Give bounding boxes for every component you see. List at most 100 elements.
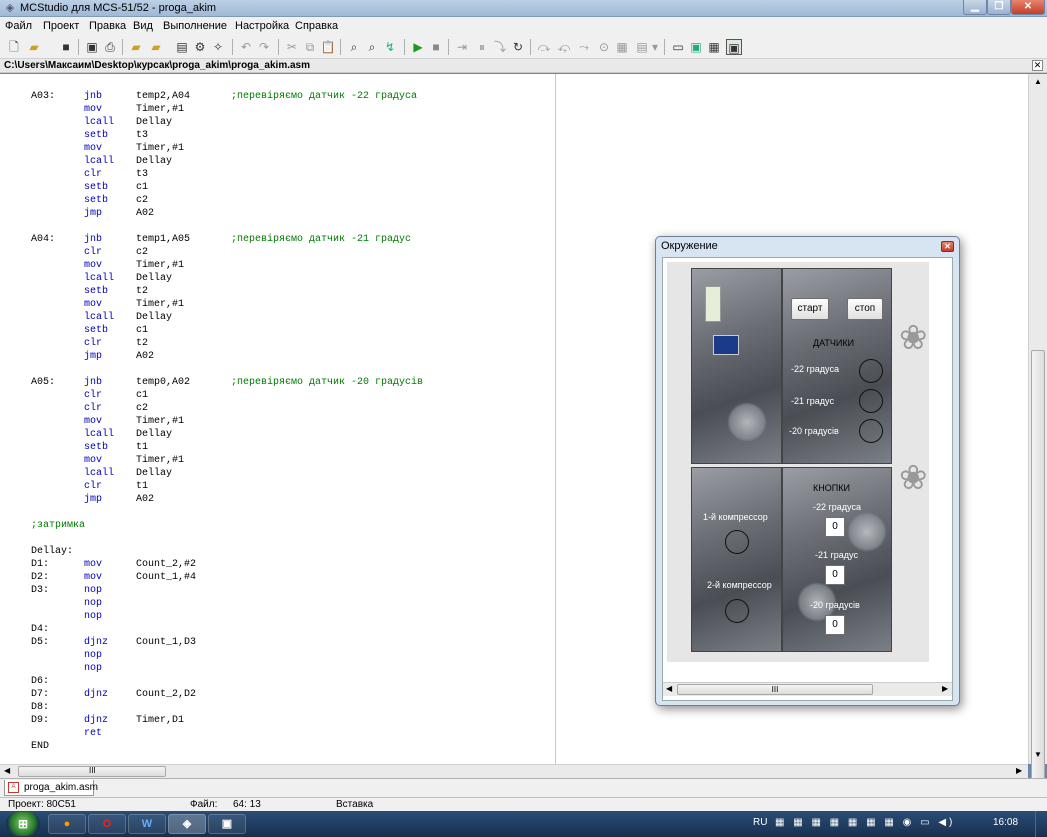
menu-file[interactable]: Файл bbox=[5, 20, 32, 32]
scroll-right-icon[interactable]: ▶ bbox=[942, 684, 948, 693]
menu-settings[interactable]: Настройка bbox=[235, 20, 289, 32]
vertical-scrollbar[interactable]: ▲ ▼ bbox=[1028, 74, 1047, 820]
stop-icon[interactable]: ■ bbox=[428, 39, 444, 55]
environment-icon[interactable]: ▣ bbox=[726, 39, 742, 55]
title-bar: ◈ MCStudio для MCS-51/52 - proga_akim ▁ … bbox=[0, 0, 1047, 17]
dialog-horizontal-scrollbar[interactable]: ◀ III ▶ bbox=[663, 682, 952, 696]
horizontal-scrollbar[interactable]: ◀ III ▶ bbox=[0, 764, 1028, 778]
copy-icon[interactable]: ⧉ bbox=[302, 39, 318, 55]
taskbar-opera-icon[interactable]: O bbox=[88, 814, 126, 834]
language-indicator[interactable]: RU bbox=[753, 817, 767, 828]
code-operand: Dellay bbox=[136, 117, 173, 128]
dialog-scroll-thumb[interactable]: III bbox=[677, 684, 873, 695]
code-operand: t1 bbox=[136, 481, 149, 492]
scroll-up-icon[interactable]: ▲ bbox=[1034, 77, 1042, 86]
taskbar-app-icon[interactable]: ▣ bbox=[208, 814, 246, 834]
menu-view[interactable]: Вид bbox=[133, 20, 153, 32]
code-label: A03: bbox=[31, 91, 56, 102]
code-label: D9: bbox=[31, 715, 50, 726]
horizontal-scroll-thumb[interactable]: III bbox=[18, 766, 166, 777]
scroll-down-icon[interactable]: ▼ bbox=[1034, 750, 1042, 759]
menu-edit[interactable]: Правка bbox=[89, 20, 126, 32]
sensor-indicator-21 bbox=[859, 389, 883, 413]
save-icon[interactable]: ■ bbox=[58, 39, 74, 55]
save-project-icon[interactable]: ▰ bbox=[148, 39, 164, 55]
step-into-icon[interactable]: ⤵ bbox=[492, 39, 508, 55]
cut-icon[interactable]: ✂ bbox=[284, 39, 300, 55]
menu-project[interactable]: Проект bbox=[43, 20, 79, 32]
redo-icon[interactable]: ↷ bbox=[256, 39, 272, 55]
code-mnemonic: setb bbox=[84, 286, 109, 297]
minimize-button[interactable]: ▁ bbox=[963, 0, 987, 15]
step-over-icon[interactable]: ⤼ bbox=[536, 39, 552, 55]
code-mnemonic: mov bbox=[84, 260, 103, 271]
save-all-icon[interactable]: ▣ bbox=[84, 39, 100, 55]
run-icon[interactable]: ▶ bbox=[410, 39, 426, 55]
breakpoint-icon[interactable]: ⊙ bbox=[596, 39, 612, 55]
stop-button[interactable]: стоп bbox=[847, 298, 883, 320]
rebuild-icon[interactable]: ✧ bbox=[210, 39, 226, 55]
goto-icon[interactable]: ↯ bbox=[382, 39, 398, 55]
code-comment: ;перевіряємо датчик -22 градуса bbox=[231, 91, 418, 102]
find-icon[interactable]: ⌕ bbox=[346, 39, 362, 55]
code-operand: temp0,A02 bbox=[136, 377, 191, 388]
button-value-20[interactable]: 0 bbox=[825, 615, 845, 635]
registers-icon[interactable]: ▭ bbox=[670, 39, 686, 55]
build-icon[interactable]: ⚙ bbox=[192, 39, 208, 55]
show-desktop-button[interactable] bbox=[1035, 811, 1047, 837]
code-operand: c2 bbox=[136, 247, 149, 258]
toolbar-separator bbox=[78, 39, 79, 55]
code-operand: Timer,#1 bbox=[136, 299, 185, 310]
close-editor-icon[interactable]: ✕ bbox=[1032, 60, 1043, 71]
tab-proga-akim[interactable]: A proga_akim.asm bbox=[4, 780, 98, 796]
run-to-cursor-icon[interactable]: ⤳ bbox=[576, 39, 592, 55]
step-out-icon[interactable]: ⤽ bbox=[556, 39, 572, 55]
replace-icon[interactable]: ⌕ bbox=[364, 39, 380, 55]
sensor-label-20: -20 градусів bbox=[789, 426, 839, 436]
taskbar-mcstudio-icon[interactable]: ◈ bbox=[168, 814, 206, 834]
paste-icon[interactable]: 📋 bbox=[320, 39, 336, 55]
maximize-button[interactable]: ❐ bbox=[987, 0, 1011, 15]
open-project-icon[interactable]: ▰ bbox=[128, 39, 144, 55]
sensor-label-21: -21 градус bbox=[791, 396, 834, 406]
reset-icon[interactable]: ↻ bbox=[510, 39, 526, 55]
undo-icon[interactable]: ↶ bbox=[238, 39, 254, 55]
menu-run[interactable]: Выполнение bbox=[163, 20, 227, 32]
menu-help[interactable]: Справка bbox=[295, 20, 338, 32]
taskbar-firefox-icon[interactable]: ● bbox=[48, 814, 86, 834]
code-operand: Count_2,#2 bbox=[136, 559, 197, 570]
code-operand: Dellay bbox=[136, 312, 173, 323]
dropdown-arrow-icon[interactable]: ▾ bbox=[650, 39, 660, 55]
open-folder-icon[interactable]: ▰ bbox=[26, 39, 42, 55]
scroll-right-icon[interactable]: ▶ bbox=[1016, 766, 1022, 775]
taskbar-word-icon[interactable]: W bbox=[128, 814, 166, 834]
code-mnemonic: mov bbox=[84, 143, 103, 154]
code-label: D5: bbox=[31, 637, 50, 648]
code-mnemonic: setb bbox=[84, 442, 109, 453]
app-icon: ◈ bbox=[5, 2, 15, 14]
start-button[interactable]: старт bbox=[791, 298, 829, 320]
project-icon[interactable]: ▤ bbox=[174, 39, 190, 55]
pause-icon[interactable]: ⏸ bbox=[474, 39, 490, 55]
dialog-close-icon[interactable]: ✕ bbox=[941, 241, 954, 252]
ports-icon[interactable]: ▣ bbox=[688, 39, 704, 55]
step-icon[interactable]: ⇥ bbox=[454, 39, 470, 55]
start-button[interactable]: ⊞ bbox=[6, 812, 40, 836]
scroll-left-icon[interactable]: ◀ bbox=[666, 684, 672, 693]
print-icon[interactable]: ⎙ bbox=[102, 39, 118, 55]
tray-icons[interactable]: ▦ ▦ ▦ ▦ ▦ ▦ ▦ ◉ ▭ ◀) bbox=[775, 817, 955, 828]
window-title: MCStudio для MCS-51/52 - proga_akim bbox=[20, 2, 217, 14]
fridge-bottom-left-door bbox=[691, 467, 782, 652]
memory-icon[interactable]: ▤ bbox=[634, 39, 650, 55]
new-file-icon[interactable]: 🗋 bbox=[6, 39, 22, 55]
button-value-22[interactable]: 0 bbox=[825, 517, 845, 537]
code-operand: A02 bbox=[136, 494, 155, 505]
timers-icon[interactable]: ▦ bbox=[706, 39, 722, 55]
button-value-21[interactable]: 0 bbox=[825, 565, 845, 585]
code-label: A05: bbox=[31, 377, 56, 388]
scroll-left-icon[interactable]: ◀ bbox=[4, 766, 10, 775]
watch-icon[interactable]: ▦ bbox=[614, 39, 630, 55]
clock[interactable]: 16:08 bbox=[993, 817, 1018, 828]
close-button[interactable]: ✕ bbox=[1011, 0, 1045, 15]
code-mnemonic: mov bbox=[84, 299, 103, 310]
